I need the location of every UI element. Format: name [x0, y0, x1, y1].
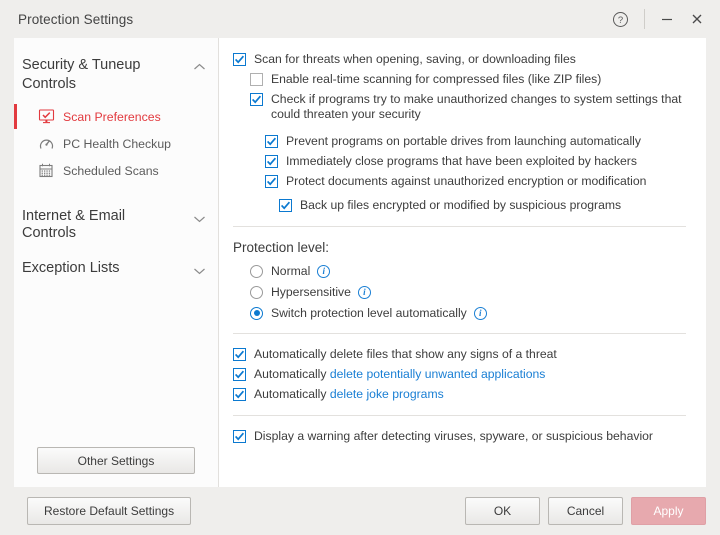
- radio-normal[interactable]: [250, 264, 263, 278]
- calendar-icon: [36, 162, 56, 180]
- info-icon[interactable]: i: [317, 264, 331, 278]
- sidebar-item-label: Scan Preferences: [63, 109, 161, 124]
- section-divider: [233, 226, 686, 227]
- cancel-button[interactable]: Cancel: [548, 497, 623, 525]
- gauge-icon: [36, 135, 56, 153]
- sidebar-nav-list: Scan Preferences PC Health Checkup Sched…: [14, 103, 218, 184]
- sidebar: Security & Tuneup Controls Scan Preferen…: [14, 38, 219, 487]
- footer-actions: OK Cancel Apply: [465, 497, 706, 525]
- svg-text:?: ?: [617, 15, 622, 26]
- checkbox-row[interactable]: Automatically delete files that show any…: [233, 347, 694, 362]
- sidebar-section-title: Internet & Email Controls: [22, 208, 126, 241]
- checkbox-row[interactable]: Automatically delete potentially unwante…: [233, 367, 694, 382]
- checkbox-protect-documents[interactable]: [265, 175, 278, 188]
- checkbox-row[interactable]: Enable real-time scanning for compressed…: [233, 72, 694, 87]
- checkbox-auto-delete-threat-files[interactable]: [233, 348, 246, 361]
- checkbox-row[interactable]: Scan for threats when opening, saving, o…: [233, 52, 694, 67]
- checkbox-row[interactable]: Display a warning after detecting viruse…: [233, 429, 694, 444]
- controls-divider: [644, 9, 645, 29]
- restore-default-settings-button[interactable]: Restore Default Settings: [27, 497, 192, 525]
- link-delete-pua[interactable]: delete potentially unwanted applications: [330, 367, 545, 381]
- checkbox-label: Scan for threats when opening, saving, o…: [254, 52, 576, 66]
- radio-switch-automatically[interactable]: [250, 306, 263, 320]
- sidebar-section-title: Security & Tuneup Controls: [22, 57, 141, 92]
- info-icon[interactable]: i: [357, 285, 371, 299]
- checkbox-scan-threats[interactable]: [233, 53, 246, 66]
- window-title: Protection Settings: [18, 11, 134, 27]
- sidebar-item-scan-preferences[interactable]: Scan Preferences: [14, 103, 218, 130]
- checkbox-auto-delete-joke-programs[interactable]: [233, 388, 246, 401]
- checkbox-row[interactable]: Check if programs try to make unauthoriz…: [233, 92, 694, 122]
- checkbox-auto-delete-pua[interactable]: [233, 368, 246, 381]
- chevron-down-icon[interactable]: [193, 264, 206, 278]
- sidebar-item-label: Scheduled Scans: [63, 163, 159, 178]
- close-icon[interactable]: [682, 4, 712, 34]
- checkbox-prevent-portable-drives[interactable]: [265, 135, 278, 148]
- checkbox-label: Immediately close programs that have bee…: [286, 154, 637, 168]
- minimize-icon[interactable]: [652, 4, 682, 34]
- radio-label: Hypersensitive: [271, 285, 351, 299]
- sidebar-section-internet-email[interactable]: Internet & Email Controls: [14, 208, 218, 242]
- checkbox-row[interactable]: Back up files encrypted or modified by s…: [233, 198, 694, 213]
- radio-row-normal[interactable]: Normal i: [233, 264, 694, 278]
- other-settings-button[interactable]: Other Settings: [37, 447, 195, 474]
- checkbox-label: Check if programs try to make unauthoriz…: [271, 92, 682, 121]
- ok-button[interactable]: OK: [465, 497, 540, 525]
- radio-label: Normal: [271, 264, 311, 278]
- checkbox-close-exploited-programs[interactable]: [265, 155, 278, 168]
- window-controls: ?: [605, 0, 712, 38]
- checkbox-row[interactable]: Automatically delete joke programs: [233, 387, 694, 402]
- monitor-check-icon: [36, 108, 56, 126]
- footer-bar: Restore Default Settings OK Cancel Apply: [0, 487, 720, 535]
- sidebar-item-scheduled-scans[interactable]: Scheduled Scans: [14, 157, 218, 184]
- checkbox-display-warning[interactable]: [233, 430, 246, 443]
- checkbox-label: Automatically delete potentially unwante…: [254, 367, 545, 382]
- checkbox-row[interactable]: Protect documents against unauthorized e…: [233, 174, 694, 189]
- radio-hypersensitive[interactable]: [250, 285, 263, 299]
- checkbox-row[interactable]: Immediately close programs that have bee…: [233, 154, 694, 169]
- checkbox-label: Back up files encrypted or modified by s…: [300, 198, 622, 212]
- sidebar-section-security-tuneup[interactable]: Security & Tuneup Controls: [14, 56, 218, 94]
- sidebar-item-label: PC Health Checkup: [63, 136, 171, 151]
- checkbox-label: Protect documents against unauthorized e…: [286, 174, 647, 188]
- content-panel: Scan for threats when opening, saving, o…: [219, 38, 706, 487]
- apply-button[interactable]: Apply: [631, 497, 706, 525]
- radio-label: Switch protection level automatically: [271, 306, 467, 320]
- protection-level-heading: Protection level:: [233, 240, 330, 255]
- sidebar-section-exception-lists[interactable]: Exception Lists: [14, 260, 218, 278]
- link-delete-joke-programs[interactable]: delete joke programs: [330, 387, 444, 401]
- checkbox-label: Automatically delete files that show any…: [254, 347, 557, 361]
- info-icon[interactable]: i: [473, 306, 487, 320]
- radio-row-hypersensitive[interactable]: Hypersensitive i: [233, 285, 694, 299]
- section-divider: [233, 333, 686, 334]
- title-bar: Protection Settings ?: [0, 0, 720, 38]
- checkbox-unauthorized-changes[interactable]: [250, 93, 263, 106]
- section-divider: [233, 415, 686, 416]
- checkbox-label: Enable real-time scanning for compressed…: [271, 72, 602, 86]
- chevron-down-icon[interactable]: [193, 212, 206, 226]
- checkbox-label: Display a warning after detecting viruse…: [254, 429, 653, 443]
- checkbox-row[interactable]: Prevent programs on portable drives from…: [233, 134, 694, 149]
- checkbox-label-prefix: Automatically: [254, 387, 330, 401]
- checkbox-label-prefix: Automatically: [254, 367, 330, 381]
- checkbox-label: Automatically delete joke programs: [254, 387, 444, 402]
- sidebar-section-title: Exception Lists: [22, 260, 120, 276]
- checkbox-label: Prevent programs on portable drives from…: [286, 134, 641, 148]
- checkbox-backup-encrypted-files[interactable]: [279, 199, 292, 212]
- radio-row-switch-automatically[interactable]: Switch protection level automatically i: [233, 306, 694, 320]
- help-icon[interactable]: ?: [605, 4, 635, 34]
- window-body: Security & Tuneup Controls Scan Preferen…: [14, 38, 706, 487]
- chevron-up-icon[interactable]: [193, 60, 206, 74]
- active-accent-bar: [14, 104, 17, 129]
- sidebar-item-pc-health-checkup[interactable]: PC Health Checkup: [14, 130, 218, 157]
- checkbox-realtime-compressed[interactable]: [250, 73, 263, 86]
